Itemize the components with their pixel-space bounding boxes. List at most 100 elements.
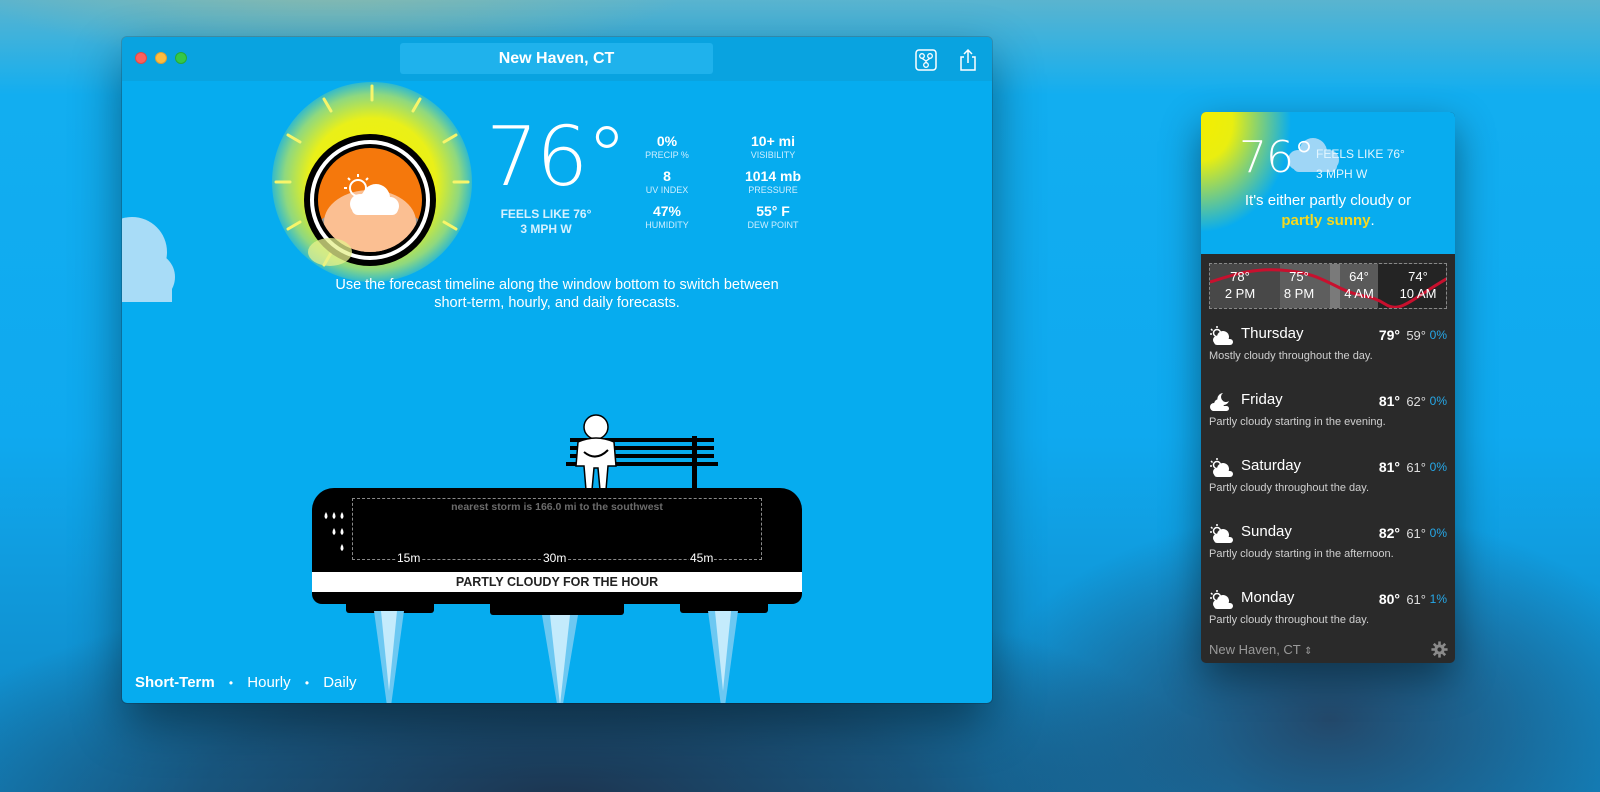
- hourly-time: 8 PM: [1283, 286, 1315, 301]
- hourly-item: 74° 10 AM: [1388, 268, 1446, 302]
- hour-summary: PARTLY CLOUDY FOR THE HOUR: [312, 572, 802, 592]
- partly-cloudy-day-icon: [1210, 458, 1233, 477]
- day-low: 61°: [1406, 526, 1426, 541]
- gear-icon[interactable]: [1431, 641, 1448, 658]
- stat-label: VISIBILITY: [750, 150, 796, 160]
- timeline-daily[interactable]: Daily: [323, 674, 356, 691]
- daily-row-monday[interactable]: Monday 80° 61° 1% Partly cloudy througho…: [1201, 586, 1455, 646]
- widget-feels-like: FEELS LIKE 76°: [1316, 147, 1405, 161]
- day-low: 59°: [1406, 328, 1426, 343]
- precipitation-chart-panel: nearest storm is 166.0 mi to the southwe…: [312, 488, 802, 604]
- day-high: 80°: [1378, 591, 1400, 607]
- chart-tick-label: 45m: [689, 551, 715, 565]
- timeline-hourly[interactable]: Hourly: [247, 674, 290, 691]
- sitting-person: [575, 414, 617, 491]
- day-description: Partly cloudy starting in the evening.: [1209, 416, 1386, 428]
- hourly-time: 4 AM: [1344, 286, 1374, 301]
- share-icon[interactable]: [956, 48, 980, 72]
- bench-illustration: [566, 414, 718, 491]
- day-description: Partly cloudy throughout the day.: [1209, 614, 1370, 626]
- summary-line: It's either partly cloudy or: [1244, 192, 1412, 209]
- daily-row-saturday[interactable]: Saturday 81° 61° 0% Partly cloudy throug…: [1201, 454, 1455, 514]
- day-high: 82°: [1378, 525, 1400, 541]
- day-name: Saturday: [1241, 457, 1302, 474]
- location-name: New Haven, CT: [1209, 642, 1301, 657]
- day-name: Friday: [1241, 391, 1283, 408]
- day-low: 61°: [1406, 592, 1426, 607]
- network-share-icon[interactable]: [914, 48, 938, 72]
- stat-value: 47%: [652, 203, 682, 219]
- day-high: 81°: [1378, 393, 1400, 409]
- chart-tick-label: 15m: [396, 551, 422, 565]
- widget-wind: 3 MPH W: [1316, 167, 1368, 181]
- stat-visibility: 10+ mi VISIBILITY: [718, 133, 828, 161]
- hourly-item: 78° 2 PM: [1210, 268, 1270, 302]
- stat-label: UV INDEX: [645, 185, 689, 195]
- stat-value: 0%: [656, 133, 678, 149]
- day-description: Mostly cloudy throughout the day.: [1209, 350, 1373, 362]
- stat-precip: 0% PRECIP %: [612, 133, 722, 161]
- zoom-window-button[interactable]: [175, 52, 187, 64]
- stat-value: 55° F: [756, 203, 790, 219]
- location-selector[interactable]: New Haven, CT ⇕: [1209, 642, 1313, 657]
- hourly-item: 75° 8 PM: [1269, 268, 1329, 302]
- location-title-field[interactable]: New Haven, CT: [400, 43, 713, 74]
- widget-summary: It's either partly cloudy or partly sunn…: [1201, 191, 1455, 231]
- title-bar[interactable]: New Haven, CT: [122, 37, 992, 81]
- timeline-short-term[interactable]: Short-Term: [135, 674, 215, 691]
- thruster-flame: [708, 611, 738, 703]
- hourly-temp: 64°: [1349, 269, 1369, 284]
- day-description: Partly cloudy throughout the day.: [1209, 482, 1370, 494]
- day-precip: 0%: [1429, 328, 1447, 342]
- menu-bar-widget: 76° FEELS LIKE 76° 3 MPH W It's either p…: [1201, 112, 1455, 663]
- nearest-storm-note: nearest storm is 166.0 mi to the southwe…: [451, 501, 663, 513]
- stat-value: 8: [663, 168, 671, 184]
- stat-dew-point: 55° F DEW POINT: [718, 203, 828, 231]
- tip-line: Use the forecast timeline along the wind…: [335, 277, 779, 293]
- tip-line: short-term, hourly, and daily forecasts.: [434, 295, 680, 311]
- day-low: 61°: [1406, 460, 1426, 475]
- day-precip: 0%: [1429, 526, 1447, 540]
- hourly-time: 2 PM: [1224, 286, 1256, 301]
- day-precip: 0%: [1429, 460, 1447, 474]
- stat-label: PRECIP %: [645, 150, 689, 160]
- minimize-window-button[interactable]: [155, 52, 167, 64]
- hourly-temp: 75°: [1289, 269, 1309, 284]
- widget-temperature: 76°: [1239, 132, 1315, 183]
- close-window-button[interactable]: [135, 52, 147, 64]
- timeline-separator: •: [304, 676, 310, 690]
- timeline-separator: •: [228, 676, 234, 690]
- widget-current-panel: 76° FEELS LIKE 76° 3 MPH W It's either p…: [1201, 112, 1455, 254]
- timeline-tip: Use the forecast timeline along the wind…: [272, 276, 842, 312]
- day-name: Monday: [1241, 589, 1295, 606]
- stat-label: HUMIDITY: [645, 220, 689, 230]
- current-temperature: 76°: [486, 110, 627, 205]
- hourly-strip[interactable]: 78° 2 PM 75° 8 PM 64° 4 AM 74° 10 AM: [1209, 263, 1447, 309]
- daily-row-sunday[interactable]: Sunday 82° 61° 0% Partly cloudy starting…: [1201, 520, 1455, 580]
- summary-suffix: .: [1370, 212, 1375, 229]
- summary-highlight: partly sunny: [1281, 212, 1371, 229]
- day-description: Partly cloudy starting in the afternoon.: [1209, 548, 1394, 560]
- stat-pressure: 1014 mb PRESSURE: [718, 168, 828, 196]
- stat-value: 1014 mb: [744, 168, 802, 184]
- stat-label: DEW POINT: [747, 220, 799, 230]
- stat-label: PRESSURE: [748, 185, 798, 195]
- feels-like-text: FEELS LIKE 76°: [500, 207, 592, 221]
- stat-humidity: 47% HUMIDITY: [612, 203, 722, 231]
- decorative-cloud: [122, 217, 175, 302]
- precip-intensity-icon: [324, 512, 344, 551]
- daily-row-thursday[interactable]: Thursday 79° 59° 0% Mostly cloudy throug…: [1201, 322, 1455, 382]
- day-precip: 1%: [1429, 592, 1447, 606]
- forecast-timeline: Short-Term • Hourly • Daily: [135, 674, 367, 691]
- main-weather-window: New Haven, CT 76° FEELS LIKE 76° 3 MPH W…: [122, 37, 992, 703]
- current-condition-emblem: [274, 84, 470, 267]
- hourly-item: 64° 4 AM: [1329, 268, 1389, 302]
- location-chevron-icon: ⇕: [1304, 646, 1313, 657]
- partly-cloudy-day-icon: [1210, 524, 1233, 543]
- hourly-temp: 78°: [1230, 269, 1250, 284]
- thruster-flame: [374, 611, 404, 703]
- daily-row-friday[interactable]: Friday 81° 62° 0% Partly cloudy starting…: [1201, 388, 1455, 448]
- thruster-flame: [542, 615, 578, 703]
- partly-cloudy-day-icon: [1210, 590, 1233, 609]
- widget-feels-block: FEELS LIKE 76° 3 MPH W: [1316, 144, 1405, 184]
